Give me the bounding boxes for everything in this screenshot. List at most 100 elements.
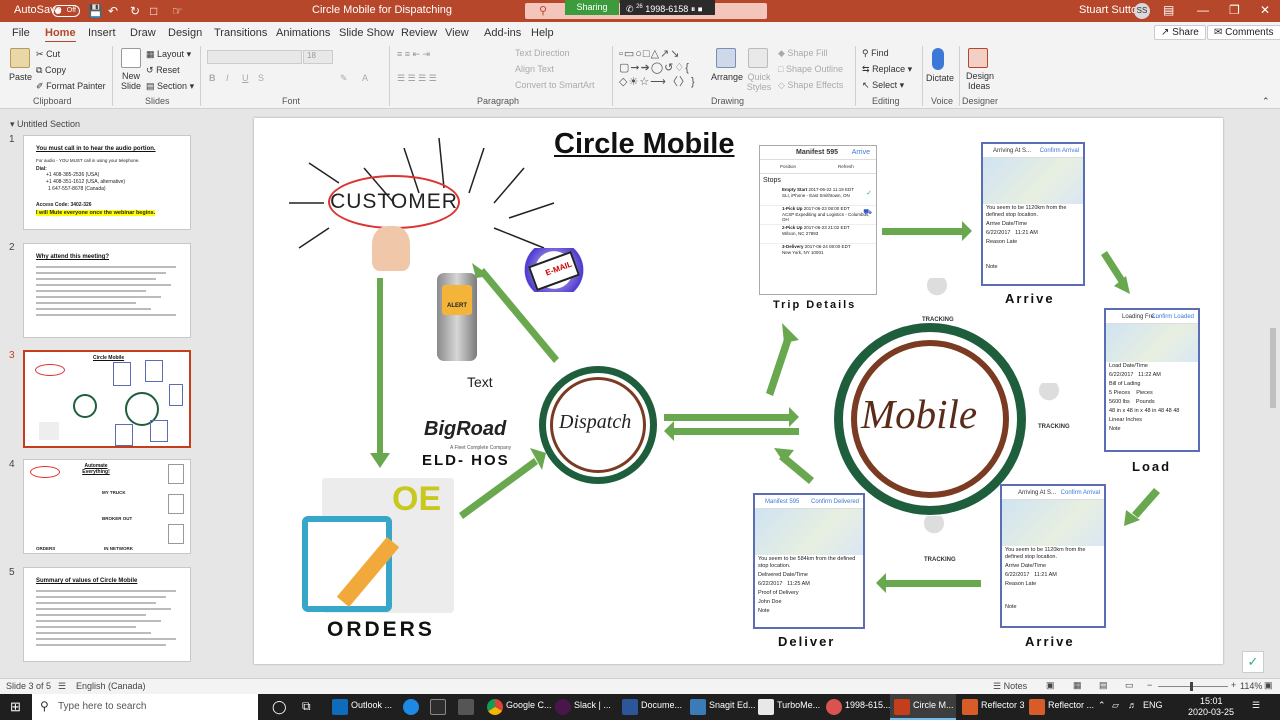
strikethrough-button[interactable]: S	[258, 73, 264, 83]
align-icons[interactable]: ☰ ☰ ☰ ☰	[397, 73, 437, 84]
task-view-icon[interactable]: ⧉	[302, 699, 311, 714]
bullets-icon[interactable]: ≡ ≡ ⇤ ⇥	[397, 49, 430, 60]
tab-slide-show[interactable]: Slide Show	[339, 27, 394, 39]
share-button[interactable]: ↗ Share	[1154, 25, 1206, 40]
comments-button[interactable]: ✉ Comments	[1207, 25, 1280, 40]
cut-button[interactable]: ✂ Cut	[36, 49, 60, 60]
taskbar-app-chrome[interactable]: Google C...	[506, 700, 552, 710]
zoom-level[interactable]: 114%	[1240, 681, 1262, 691]
document-title[interactable]: Circle Mobile for Dispatching	[312, 4, 452, 16]
close-icon[interactable]: ✕	[1260, 3, 1270, 17]
copy-button[interactable]: ⧉ Copy	[36, 65, 66, 76]
minimize-icon[interactable]: —	[1197, 3, 1209, 17]
tab-transitions[interactable]: Transitions	[214, 27, 267, 39]
underline-button[interactable]: U	[242, 73, 249, 83]
zoom-slider-thumb[interactable]	[1190, 682, 1193, 691]
align-text-button[interactable]: Align Text	[515, 64, 554, 74]
redo-icon[interactable]: ↻	[130, 4, 140, 18]
edge-icon[interactable]	[403, 699, 419, 715]
dictate-button[interactable]: Dictate	[926, 73, 954, 83]
windows-start-icon[interactable]: ⊞	[10, 699, 21, 715]
slide-canvas[interactable]: Circle Mobile CUSTOMER ALERT Text E-MAIL…	[254, 118, 1223, 664]
shape-effects-button[interactable]: ◇ Shape Effects	[778, 80, 843, 91]
taskbar-app-call[interactable]: 1998-615...	[845, 700, 891, 710]
app-icon[interactable]	[430, 699, 446, 715]
quick-styles-button[interactable]: Quick Styles	[744, 72, 774, 92]
language-indicator[interactable]: English (Canada)	[76, 681, 146, 691]
tab-home[interactable]: Home	[45, 27, 76, 43]
design-ideas-button[interactable]: Design Ideas	[966, 71, 994, 91]
convert-smartart-button[interactable]: Convert to SmartArt	[515, 80, 595, 90]
reset-button[interactable]: ↺ Reset	[146, 65, 180, 76]
spellcheck-icon[interactable]: ☰	[58, 681, 66, 692]
slide-thumbnail-2[interactable]: Why attend this meeting?	[23, 243, 191, 338]
slide-thumbnail-4[interactable]: Automate Everything! MY TRUCK BROKER OUT…	[23, 459, 191, 554]
highlight-color-icon[interactable]: ✎	[340, 73, 348, 84]
call-bar[interactable]: ✆ 26 1998-6158 ⏸ ⏹	[620, 0, 715, 15]
find-button[interactable]: ⚲ Find	[862, 48, 889, 59]
tab-addins[interactable]: Add-ins	[484, 27, 521, 39]
taskbar-app-snagit[interactable]: Snagit Ed...	[709, 700, 756, 710]
tab-help[interactable]: Help	[531, 27, 554, 39]
tab-draw[interactable]: Draw	[130, 27, 156, 39]
sharing-indicator[interactable]: Sharing	[565, 0, 619, 15]
zoom-in-icon[interactable]: +	[1231, 680, 1236, 690]
taskbar-app-turbomeeting[interactable]: TurboMe...	[777, 700, 820, 710]
undo-icon[interactable]: ↶	[108, 4, 118, 18]
font-family-select[interactable]	[207, 50, 302, 64]
tray-chevron-icon[interactable]: ⌃	[1098, 700, 1106, 711]
zoom-slider[interactable]	[1158, 682, 1228, 691]
notifications-icon[interactable]: ☰	[1252, 700, 1260, 711]
tab-file[interactable]: File	[12, 27, 30, 39]
slide-thumbnail-1[interactable]: You must call in to hear the audio porti…	[23, 135, 191, 230]
stop-icon[interactable]: ⏹	[698, 4, 703, 14]
notes-button[interactable]: ☰ Notes	[993, 681, 1027, 692]
slide-title[interactable]: Circle Mobile	[554, 128, 735, 161]
slide-thumbnail-5[interactable]: Summary of values of Circle Mobile	[23, 567, 191, 662]
taskbar-app-reflector[interactable]: Reflector 3	[981, 700, 1025, 710]
tab-review[interactable]: Review	[401, 27, 437, 39]
taskbar-search[interactable]: ⚲ Type here to search	[32, 694, 258, 720]
paste-button[interactable]: Paste	[9, 72, 32, 82]
app-icon[interactable]	[458, 699, 474, 715]
shape-fill-button[interactable]: ◆ Shape Fill	[778, 48, 827, 59]
arrange-button[interactable]: Arrange	[711, 72, 743, 82]
font-color-icon[interactable]: A	[362, 73, 368, 83]
restore-icon[interactable]: ❐	[1229, 3, 1240, 17]
touch-mode-icon[interactable]: ☞	[172, 4, 183, 18]
italic-button[interactable]: I	[226, 73, 229, 83]
tab-view[interactable]: View	[445, 27, 469, 39]
avatar[interactable]: SS	[1134, 3, 1150, 19]
scrollbar-thumb[interactable]	[1270, 328, 1276, 408]
autosave-toggle[interactable]: Off	[52, 5, 80, 17]
format-painter-button[interactable]: ✐ Format Painter	[36, 81, 106, 92]
network-icon[interactable]: ▱	[1112, 700, 1119, 711]
reading-view-icon[interactable]: ▤	[1099, 680, 1108, 691]
shape-outline-button[interactable]: □ Shape Outline	[778, 64, 843, 74]
taskbar-app-slack[interactable]: Slack | ...	[574, 700, 611, 710]
check-icon[interactable]: ✓	[1242, 651, 1264, 673]
tab-design[interactable]: Design	[168, 27, 202, 39]
slide-thumbnail-3[interactable]: Circle Mobile	[23, 350, 191, 448]
slideshow-icon[interactable]: ▭	[1125, 680, 1134, 691]
pause-icon[interactable]: ⏸	[691, 4, 696, 14]
taskbar-app-reflector-2[interactable]: Reflector ...	[1048, 700, 1094, 710]
slide-sorter-icon[interactable]: ▦	[1073, 680, 1082, 691]
presentation-icon[interactable]: □	[150, 4, 157, 18]
tab-animations[interactable]: Animations	[276, 27, 330, 39]
zoom-out-icon[interactable]: −	[1147, 680, 1152, 690]
ribbon-display-icon[interactable]: ▤	[1163, 3, 1174, 17]
volume-icon[interactable]: ♬	[1128, 700, 1137, 710]
shapes-gallery[interactable]: ▫▭○□△↗↘ ▢➞➔◯↺♢{◇☀☆⟶〈〉}	[619, 47, 709, 91]
vertical-scrollbar[interactable]	[1269, 118, 1277, 674]
taskbar-app-powerpoint[interactable]: Circle M...	[913, 700, 954, 710]
input-language[interactable]: ENG	[1143, 700, 1163, 710]
select-button[interactable]: ↖ Select ▾	[862, 80, 904, 91]
cortana-icon[interactable]: ◯	[272, 699, 287, 715]
new-slide-button[interactable]: New Slide	[118, 71, 144, 91]
fit-slide-icon[interactable]: ▣	[1264, 680, 1273, 691]
normal-view-icon[interactable]: ▣	[1046, 680, 1055, 691]
tab-insert[interactable]: Insert	[88, 27, 116, 39]
clock-date[interactable]: 2020-03-25	[1188, 707, 1234, 717]
taskbar-app-word[interactable]: Docume...	[641, 700, 682, 710]
